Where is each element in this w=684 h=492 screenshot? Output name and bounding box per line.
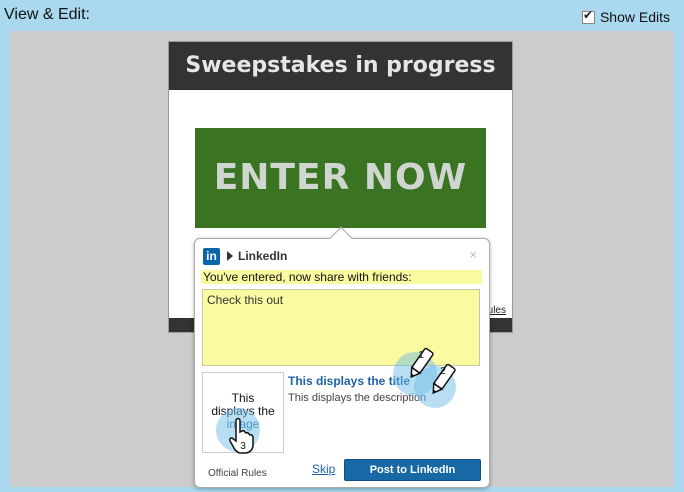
- show-edits-label: Show Edits: [599, 9, 670, 25]
- hand-3-number: 3: [240, 441, 246, 452]
- share-title[interactable]: This displays the title: [288, 374, 410, 388]
- linkedin-icon: in: [203, 248, 220, 265]
- skip-link[interactable]: Skip: [312, 462, 335, 476]
- checkbox-icon[interactable]: [581, 8, 595, 24]
- show-edits-toggle[interactable]: Show Edits: [581, 8, 670, 25]
- pencil-1-number: 1: [418, 350, 424, 361]
- share-message-field[interactable]: Check this out: [202, 289, 480, 366]
- share-prompt[interactable]: You've entered, now share with friends:: [201, 270, 482, 284]
- rules-link[interactable]: ules: [488, 305, 506, 316]
- sweepstakes-banner: Sweepstakes in progress: [169, 42, 512, 90]
- pencil-icon[interactable]: 2: [426, 360, 460, 398]
- enter-now-button[interactable]: ENTER NOW: [195, 128, 486, 228]
- hand-cursor-icon: 3: [229, 417, 254, 454]
- close-icon[interactable]: ×: [469, 247, 477, 262]
- caret-right-icon[interactable]: [227, 251, 233, 261]
- network-name[interactable]: LinkedIn: [238, 249, 287, 263]
- editor-header: View & Edit: Show Edits: [0, 0, 684, 32]
- view-edit-title: View & Edit:: [4, 6, 90, 23]
- official-rules-link[interactable]: Official Rules: [208, 468, 267, 479]
- pencil-2-number: 2: [440, 366, 446, 377]
- post-to-linkedin-button[interactable]: Post to LinkedIn: [344, 459, 481, 481]
